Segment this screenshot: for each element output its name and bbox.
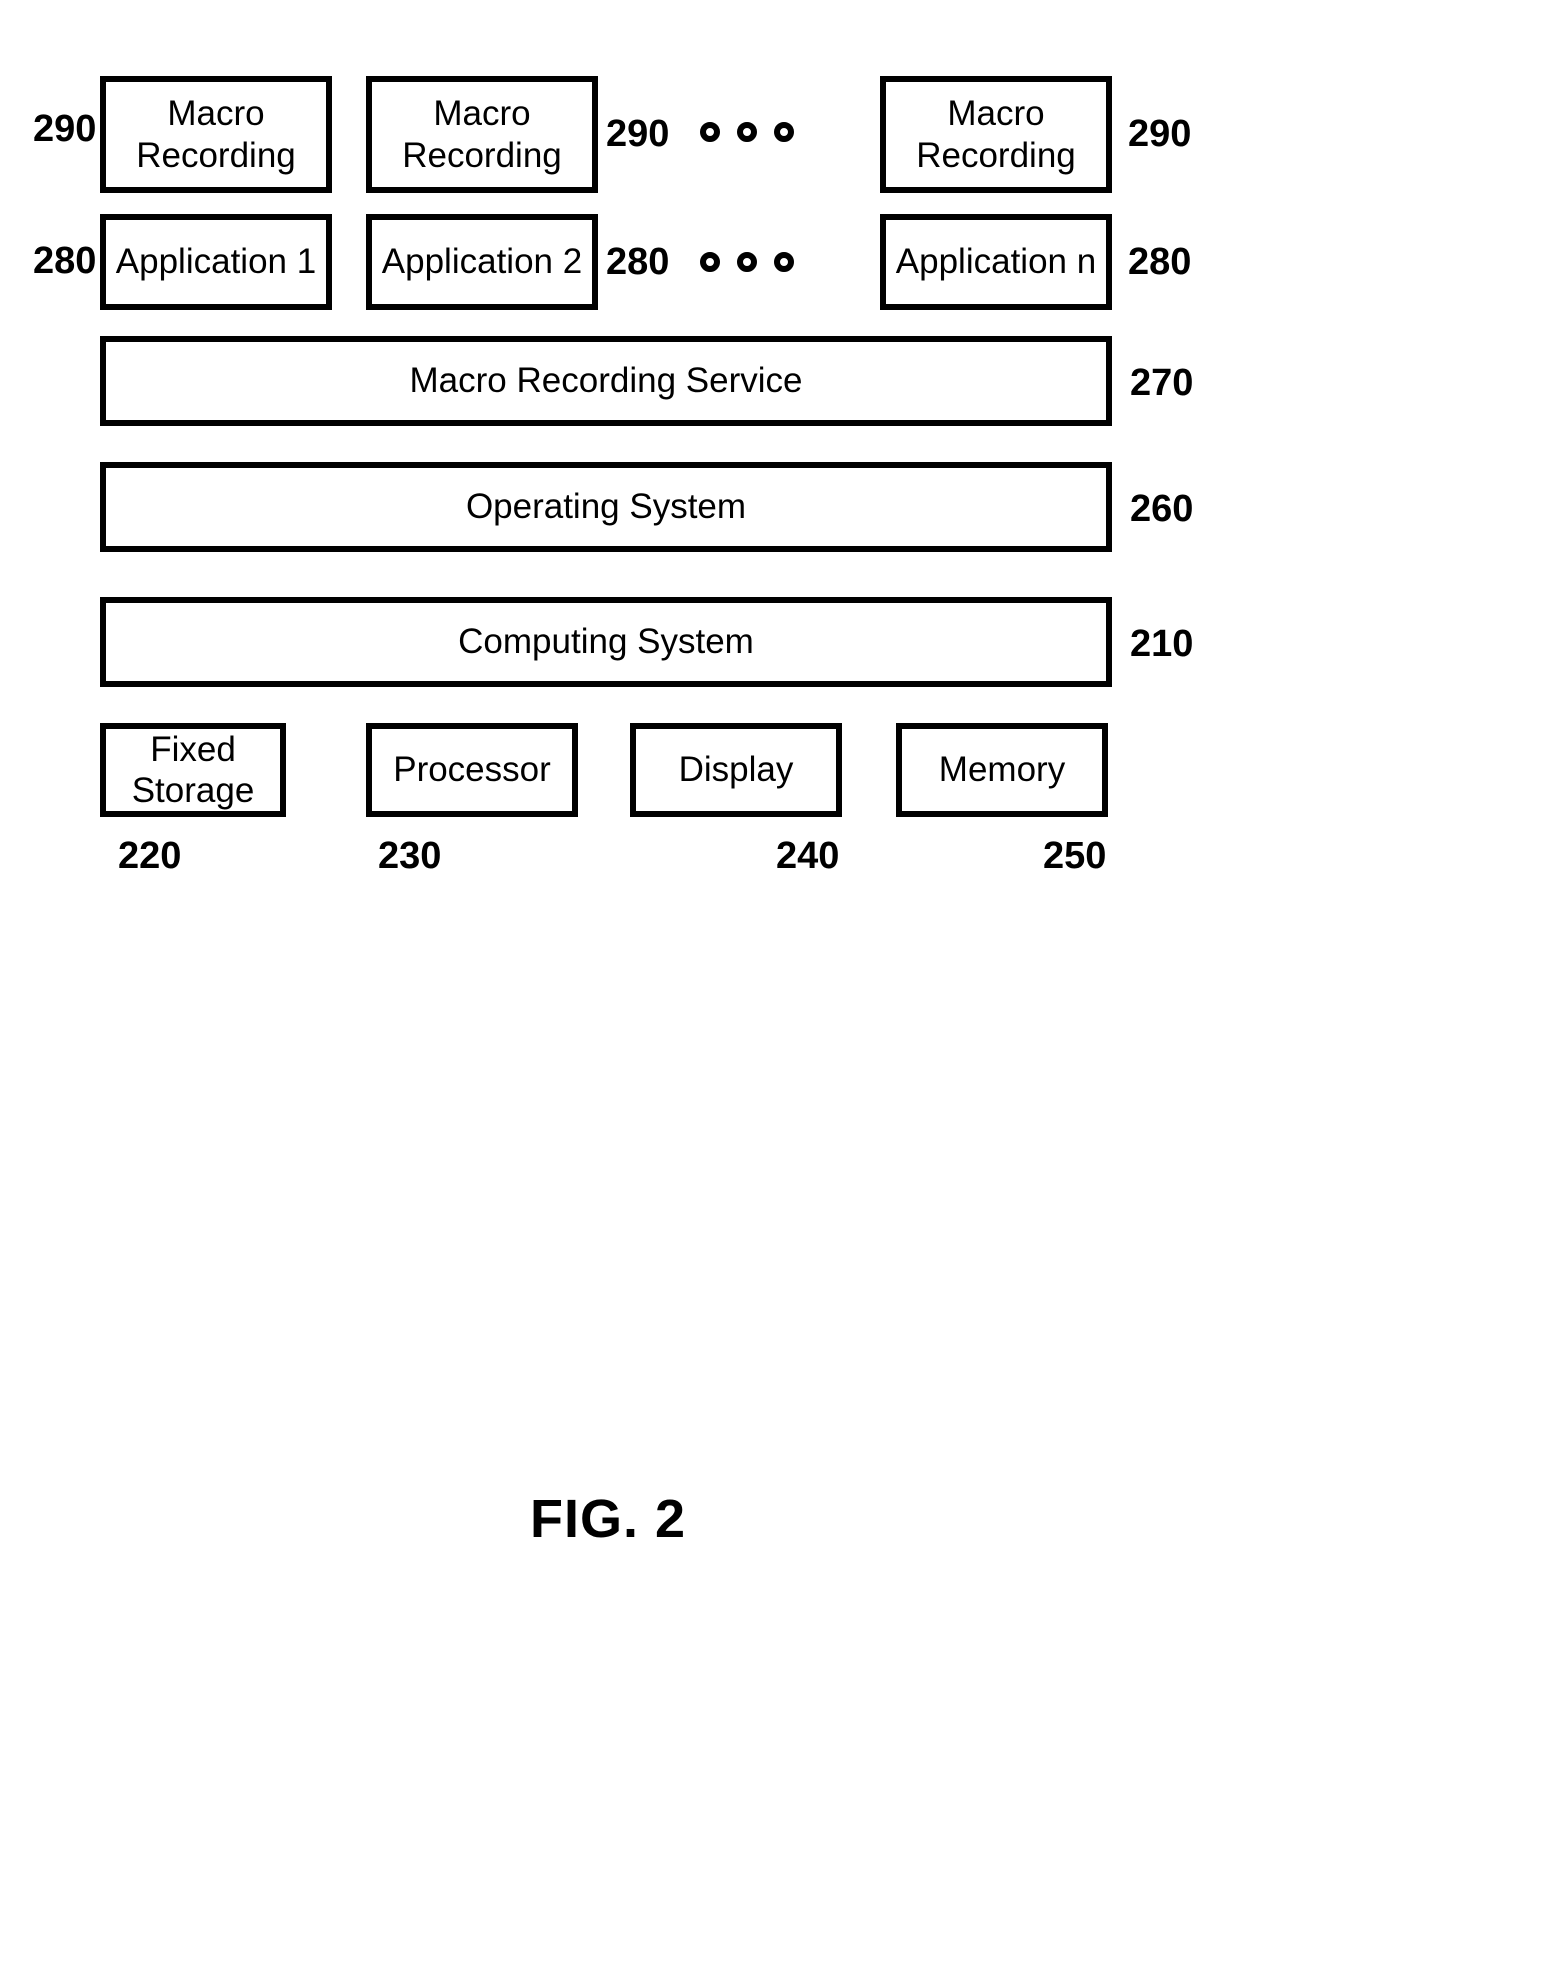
figure-canvas: 290 Macro Recording Macro Recording 290 … bbox=[0, 0, 1556, 1978]
ref-numeral-280-middle: 280 bbox=[606, 241, 670, 283]
macro-recording-box-2-label: Macro Recording bbox=[402, 94, 562, 175]
processor-box: Processor bbox=[366, 723, 578, 817]
display-label: Display bbox=[678, 750, 794, 790]
ellipsis-dot-1 bbox=[700, 122, 720, 142]
macro-recording-box-n-label: Macro Recording bbox=[916, 94, 1076, 175]
ref-numeral-280-right: 280 bbox=[1128, 241, 1192, 283]
computing-system-label: Computing System bbox=[458, 622, 754, 662]
ref-numeral-240: 240 bbox=[776, 835, 840, 877]
ellipsis-dot-1 bbox=[700, 252, 720, 272]
macro-recording-service-label: Macro Recording Service bbox=[409, 361, 803, 401]
computing-system-bar: Computing System bbox=[100, 597, 1112, 687]
ref-numeral-270: 270 bbox=[1130, 362, 1194, 404]
ellipsis-dot-2 bbox=[737, 122, 757, 142]
processor-label: Processor bbox=[393, 750, 551, 790]
operating-system-label: Operating System bbox=[465, 487, 747, 527]
figure-caption: FIG. 2 bbox=[530, 1489, 687, 1549]
fixed-storage-box: Fixed Storage bbox=[100, 723, 286, 817]
ref-numeral-280-left: 280 bbox=[33, 240, 97, 282]
application-box-n: Application n bbox=[880, 214, 1112, 310]
ellipsis-dot-2 bbox=[737, 252, 757, 272]
memory-label: Memory bbox=[938, 750, 1066, 790]
fixed-storage-label: Fixed Storage bbox=[131, 729, 255, 810]
application-box-2-label: Application 2 bbox=[381, 242, 583, 282]
application-box-2: Application 2 bbox=[366, 214, 598, 310]
ref-numeral-250: 250 bbox=[1043, 835, 1107, 877]
ref-numeral-230: 230 bbox=[378, 835, 442, 877]
macro-recording-box-1: Macro Recording bbox=[100, 76, 332, 193]
ref-numeral-290-right: 290 bbox=[1128, 113, 1192, 155]
application-box-1: Application 1 bbox=[100, 214, 332, 310]
ref-numeral-260: 260 bbox=[1130, 488, 1194, 530]
ellipsis-macro-row bbox=[700, 122, 794, 142]
ref-numeral-290-left: 290 bbox=[33, 108, 97, 150]
memory-box: Memory bbox=[896, 723, 1108, 817]
operating-system-bar: Operating System bbox=[100, 462, 1112, 552]
macro-recording-service-bar: Macro Recording Service bbox=[100, 336, 1112, 426]
display-box: Display bbox=[630, 723, 842, 817]
macro-recording-box-n: Macro Recording bbox=[880, 76, 1112, 193]
macro-recording-box-1-label: Macro Recording bbox=[136, 94, 296, 175]
ellipsis-application-row bbox=[700, 252, 794, 272]
ref-numeral-220: 220 bbox=[118, 835, 182, 877]
ellipsis-dot-3 bbox=[774, 122, 794, 142]
application-box-1-label: Application 1 bbox=[115, 242, 317, 282]
ref-numeral-210: 210 bbox=[1130, 623, 1194, 665]
ref-numeral-290-middle: 290 bbox=[606, 113, 670, 155]
ellipsis-dot-3 bbox=[774, 252, 794, 272]
application-box-n-label: Application n bbox=[895, 242, 1097, 282]
macro-recording-box-2: Macro Recording bbox=[366, 76, 598, 193]
